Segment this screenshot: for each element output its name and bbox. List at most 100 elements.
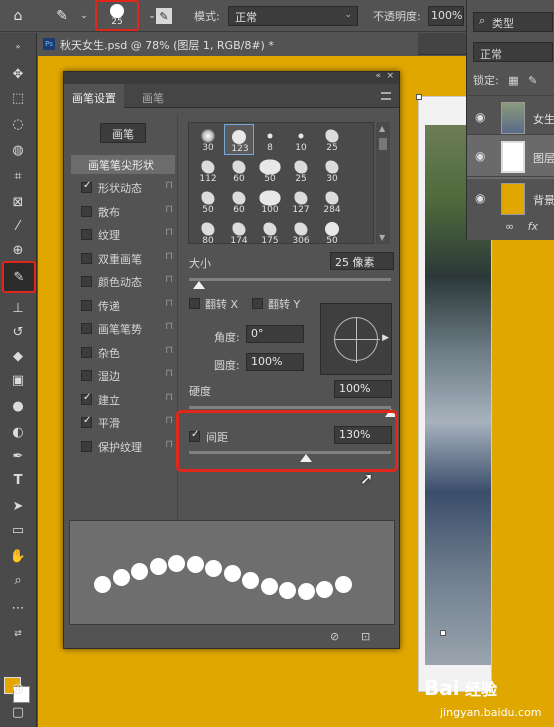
brush-tip-cell[interactable]: 100	[255, 186, 285, 217]
brush-preset-picker[interactable]: 25	[95, 0, 139, 31]
brush-tip-cell[interactable]: 30	[317, 155, 347, 186]
brush-tip-cell[interactable]: 174	[224, 217, 254, 243]
new-brush-icon[interactable]: ⊡	[361, 630, 370, 643]
visibility-eye-icon[interactable]: ◉	[475, 110, 485, 124]
more-tools-icon[interactable]: ⋯	[5, 597, 31, 619]
lock-icon[interactable]: ⊓	[165, 345, 173, 356]
lasso-tool-icon[interactable]: ◌	[5, 113, 31, 135]
gradient-tool-icon[interactable]: ▣	[5, 369, 31, 391]
eyedropper-tool-icon[interactable]: ⁄	[5, 215, 31, 237]
tab-brushes[interactable]: 画笔	[134, 84, 172, 108]
screen-mode-icon[interactable]: ▢	[5, 701, 31, 723]
tool-preset-chevron-icon[interactable]: ⌄	[74, 6, 94, 26]
roundness-field[interactable]: 100%	[246, 353, 304, 371]
swap-colors-icon[interactable]: ⇄	[5, 623, 31, 645]
hardness-slider-track[interactable]	[189, 406, 391, 409]
lock-icon[interactable]: ⊓	[165, 251, 173, 262]
zoom-tool-icon[interactable]: ⌕	[5, 569, 31, 591]
brush-presets-button[interactable]: 画笔	[100, 123, 146, 143]
fx-icon[interactable]: fx	[528, 220, 538, 233]
lock-icon[interactable]: ⊓	[165, 439, 173, 450]
brush-option-row[interactable]: 建立 ⊓	[81, 391, 173, 411]
quick-selection-tool-icon[interactable]: ◍	[5, 139, 31, 161]
brush-option-checkbox[interactable]	[81, 180, 92, 193]
scroll-down-icon[interactable]: ▼	[379, 233, 385, 242]
link-layers-icon[interactable]: ∞	[505, 220, 514, 233]
brush-tool-icon[interactable]: ✎	[52, 6, 72, 26]
brush-tip-cell[interactable]: 112	[193, 155, 223, 186]
home-icon[interactable]: ⌂	[8, 6, 28, 26]
angle-roundness-widget[interactable]: ▶	[320, 303, 392, 375]
size-slider-track[interactable]	[189, 278, 391, 281]
visibility-eye-icon[interactable]: ◉	[475, 191, 485, 205]
brush-option-checkbox[interactable]	[81, 346, 92, 358]
mode-select[interactable]: 正常 ⌄	[228, 6, 358, 26]
tip-grid-scrollbar[interactable]: ▲ ▼	[376, 122, 390, 244]
brush-option-row[interactable]: 纹理 ⊓	[81, 226, 173, 246]
toggle-live-tip-icon[interactable]: ⊘	[330, 630, 339, 643]
lock-icon[interactable]: ⊓	[165, 204, 173, 215]
brush-option-checkbox[interactable]	[81, 276, 92, 287]
layer-row[interactable]: ◉ 背景	[467, 176, 554, 221]
marquee-tool-icon[interactable]: ⬚	[5, 87, 31, 109]
brush-option-row[interactable]: 平滑 ⊓	[81, 414, 173, 434]
brush-tip-cell[interactable]: 127	[286, 186, 316, 217]
brush-tip-cell[interactable]: 25	[317, 124, 347, 155]
panel-menu-icon[interactable]	[381, 92, 391, 100]
transform-handle[interactable]	[440, 630, 446, 636]
size-field[interactable]: 25 像素	[330, 252, 394, 270]
crop-tool-icon[interactable]: ⌗	[5, 165, 31, 187]
brush-option-row[interactable]: 形状动态 ⊓	[81, 179, 173, 199]
brush-tip-shape-item[interactable]: 画笔笔尖形状	[71, 155, 175, 174]
lock-icon[interactable]: ⊓	[165, 368, 173, 379]
brush-tip-cell[interactable]: 8	[255, 124, 285, 155]
blur-tool-icon[interactable]: ●	[5, 395, 31, 417]
lock-icon[interactable]: ⊓	[165, 298, 173, 309]
collapse-panel-icon[interactable]: «	[375, 71, 381, 81]
spacing-field[interactable]: 130%	[334, 426, 392, 444]
lock-paint-icon[interactable]: ✎	[528, 74, 537, 87]
healing-brush-tool-icon[interactable]: ⊕	[5, 239, 31, 261]
brush-option-checkbox[interactable]	[81, 323, 92, 334]
brush-option-checkbox[interactable]	[81, 440, 92, 452]
brush-tip-cell[interactable]: 284	[317, 186, 347, 217]
frame-tool-icon[interactable]: ⊠	[5, 191, 31, 213]
lock-icon[interactable]: ⊓	[165, 415, 173, 426]
angle-field[interactable]: 0°	[246, 325, 304, 343]
brush-tip-cell[interactable]: 60	[224, 155, 254, 186]
brush-panel-toggle-icon[interactable]: ✎	[156, 8, 172, 24]
hardness-field[interactable]: 100%	[334, 380, 392, 398]
close-icon[interactable]: ×	[386, 71, 394, 81]
panel-titlebar[interactable]: « ×	[64, 71, 399, 84]
flip-y-checkbox[interactable]	[252, 298, 263, 309]
layer-blend-mode-select[interactable]: 正常	[473, 42, 553, 62]
brush-tip-cell[interactable]: 25	[286, 155, 316, 186]
brush-option-row[interactable]: 传递 ⊓	[81, 297, 173, 317]
brush-option-row[interactable]: 保护纹理 ⊓	[81, 438, 173, 458]
scroll-up-icon[interactable]: ▲	[379, 124, 385, 133]
brush-option-checkbox[interactable]	[81, 370, 92, 381]
brush-tip-cell[interactable]: 10	[286, 124, 316, 155]
brush-tool-icon[interactable]: ✎	[2, 261, 36, 293]
brush-tip-cell[interactable]: 50	[317, 217, 347, 243]
brush-option-checkbox[interactable]	[81, 229, 92, 240]
brush-tip-cell[interactable]: 123	[224, 124, 254, 155]
spacing-slider-knob[interactable]	[300, 454, 313, 462]
dodge-tool-icon[interactable]: ◐	[5, 421, 31, 443]
size-slider-knob[interactable]	[193, 281, 206, 289]
pen-tool-icon[interactable]: ✒	[5, 445, 31, 467]
path-selection-tool-icon[interactable]: ➤	[5, 495, 31, 517]
brush-option-row[interactable]: 杂色 ⊓	[81, 344, 173, 364]
lock-icon[interactable]: ⊓	[165, 274, 173, 285]
brush-option-checkbox[interactable]	[81, 205, 92, 217]
brush-tip-cell[interactable]: 80	[193, 217, 223, 243]
spacing-slider-track[interactable]	[189, 451, 391, 454]
history-brush-tool-icon[interactable]: ↺	[5, 321, 31, 343]
brush-option-row[interactable]: 散布 ⊓	[81, 203, 173, 223]
flip-x-checkbox[interactable]	[189, 298, 200, 309]
brush-tip-cell[interactable]: 50	[193, 186, 223, 217]
eraser-tool-icon[interactable]: ◆	[5, 345, 31, 367]
brush-tip-cell[interactable]: 306	[286, 217, 316, 243]
layer-row-selected[interactable]: ◉ 图层	[467, 134, 554, 179]
brush-tip-cell[interactable]: 30	[193, 124, 223, 155]
